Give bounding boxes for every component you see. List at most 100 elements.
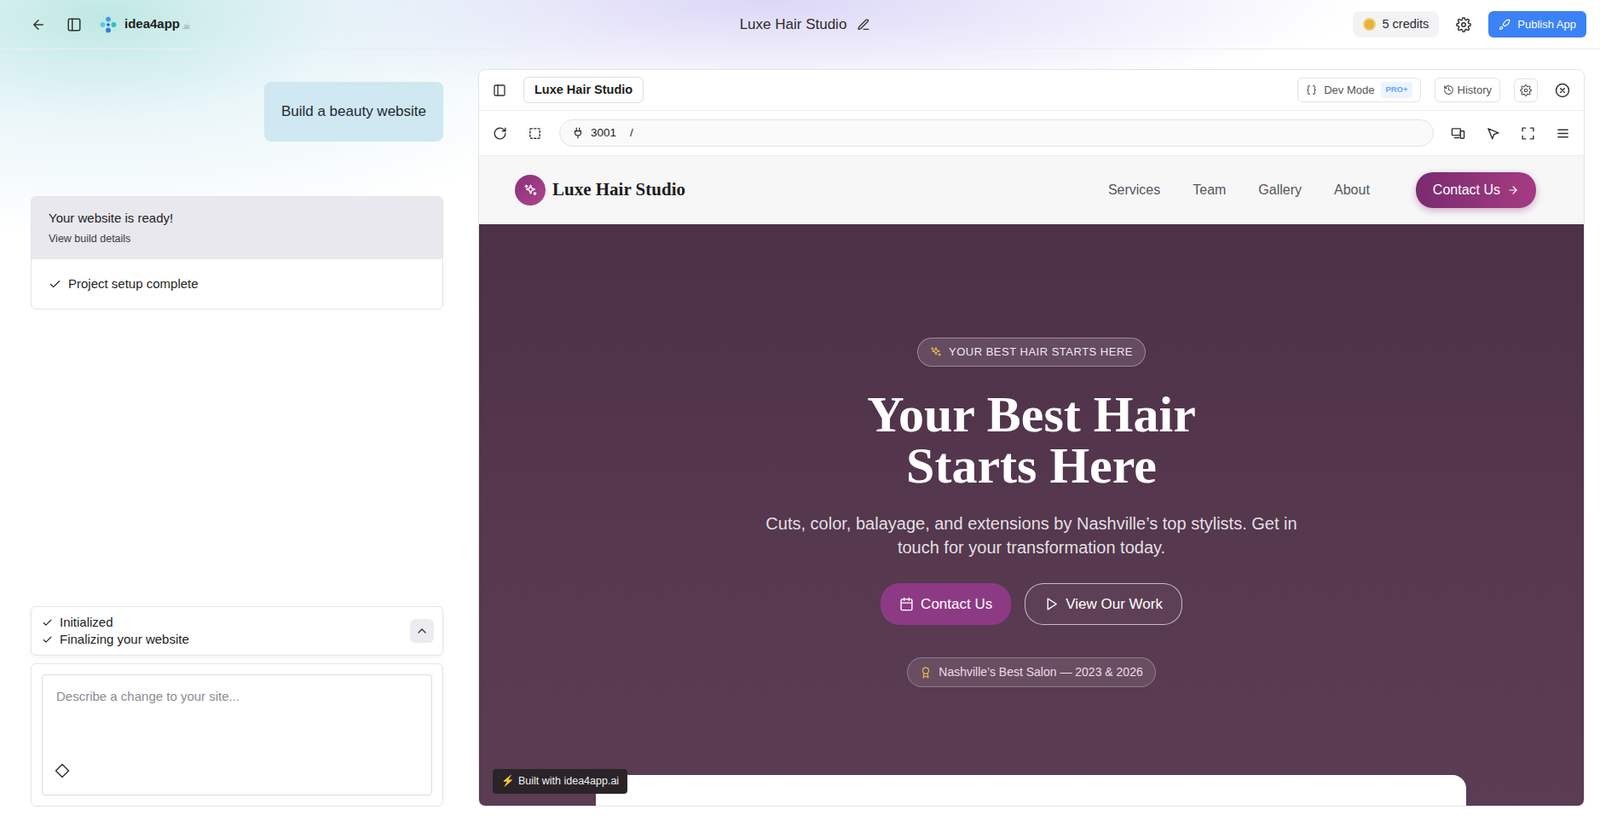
contact-label: Contact Us [1432,179,1501,201]
step-label: Project setup complete [68,274,199,295]
hero-eyebrow: YOUR BEST HAIR STARTS HERE [917,337,1146,367]
top-bar: idea4app.ai Luxe Hair Studio 5 credits Publ… [0,0,1600,50]
chevron-up-icon [415,623,429,638]
port-text: 3001 [590,124,617,142]
select-element-button[interactable] [524,122,546,145]
preview-header: Luxe Hair Studio Dev Mode PRO+ History [479,69,1584,111]
publish-label: Publish App [1517,16,1577,34]
build-status-card: Your website is ready! View build details… [30,196,444,311]
lightning-icon: ⚡ [501,773,515,790]
device-button[interactable] [1447,122,1469,145]
chat-panel: Build a beauty website Your website is re… [0,49,444,827]
award-text: Nashville’s Best Salon — 2023 & 2026 [938,663,1143,682]
progress-step: Finalizing your website [41,630,190,648]
calendar-icon [899,596,914,612]
step-label: Finalizing your website [59,630,190,648]
nav-link[interactable]: Services [1108,179,1161,201]
status-step: Project setup complete [48,274,426,295]
coin-icon [1363,17,1376,31]
nav-link[interactable]: Team [1192,179,1226,201]
sparkle-icon [929,346,942,359]
nav-link[interactable]: About [1334,179,1370,201]
preview-settings-button[interactable] [1513,78,1538,103]
back-button[interactable] [27,13,50,36]
credits-counter[interactable]: 5 credits [1352,11,1440,39]
check-icon [41,634,53,646]
history-label: History [1457,81,1492,99]
brand-name: idea4app [124,14,180,35]
menu-icon [1555,126,1571,141]
history-button[interactable]: History [1434,77,1501,104]
step-label: Initialized [59,613,114,631]
check-icon [41,617,53,629]
credits-text: 5 credits [1382,15,1430,35]
prompt-box [30,663,444,807]
sidebar-toggle[interactable] [63,13,86,36]
rocket-icon [1498,18,1511,31]
address-row: 3001/ [479,110,1584,156]
dev-mode-label: Dev Mode [1323,81,1375,99]
sidebar-icon [492,83,507,98]
prompt-input[interactable] [54,685,420,744]
fullscreen-button[interactable] [1517,122,1539,145]
collapse-button[interactable] [410,618,434,643]
site-navbar: Luxe Hair Studio Services Team Gallery About… [479,155,1584,225]
site-logo [514,174,546,206]
publish-button[interactable]: Publish App [1488,11,1587,39]
back-arrow-icon [30,17,47,33]
view-work-label: View Our Work [1065,593,1163,616]
brand-logo[interactable]: idea4app.ai [98,14,191,35]
braces-icon [1305,84,1317,96]
hero-section: YOUR BEST HAIR STARTS HERE Your Best Hair… [479,224,1584,806]
status-title: Your website is ready! [48,208,426,229]
menu-button[interactable] [1552,122,1574,145]
gear-icon [1455,17,1472,33]
hero-title: Your Best Hair Starts Here [826,388,1237,491]
arrow-right-icon [1507,184,1520,197]
award-icon [919,666,932,679]
reload-button[interactable] [489,122,511,145]
plug-icon [571,127,584,139]
hero-contact-label: Contact Us [920,593,993,616]
project-title[interactable]: Luxe Hair Studio [739,13,848,36]
award-badge: Nashville’s Best Salon — 2023 & 2026 [906,657,1156,688]
close-preview-button[interactable] [1551,79,1574,102]
site-brand[interactable]: Luxe Hair Studio [514,174,686,206]
preview-panel: Luxe Hair Studio Dev Mode PRO+ History 3001/… [478,69,1585,807]
progress-step: Initialized [41,613,190,631]
inspect-button[interactable] [1482,122,1504,145]
check-icon [48,277,62,291]
fullscreen-icon [1520,126,1536,141]
built-with-badge[interactable]: ⚡Built with idea4app.ai [492,768,628,794]
pencil-icon [856,17,871,32]
view-work-button[interactable]: View Our Work [1024,583,1183,626]
rename-button[interactable] [853,14,874,35]
build-details-link[interactable]: View build details [48,231,426,248]
built-with-text: Built with idea4app.ai [518,773,619,790]
preview-tab[interactable]: Luxe Hair Studio [523,76,644,104]
nav-link[interactable]: Gallery [1258,179,1302,201]
gear-icon [1519,84,1532,97]
progress-box: InitializedFinalizing your website [30,606,444,656]
devices-icon [1450,126,1466,141]
select-icon [527,126,543,141]
idea4app-logo-icon [98,15,118,35]
next-section [595,774,1467,806]
pointer-icon [1485,126,1501,141]
pro-badge: PRO+ [1380,81,1412,98]
contact-button[interactable]: Contact Us [1415,172,1537,208]
diamond-icon [54,762,70,779]
refresh-icon [492,126,508,141]
sparkle-icon [523,183,538,198]
play-icon [1044,596,1059,612]
eyebrow-text: YOUR BEST HAIR STARTS HERE [948,343,1133,361]
hero-subtitle: Cuts, color, balayage, and extensions by… [758,511,1305,560]
user-message: Build a beauty website [264,81,444,142]
mode-button[interactable] [54,762,70,779]
preview-sidebar-toggle[interactable] [489,80,510,101]
address-bar[interactable]: 3001/ [559,119,1434,147]
settings-button[interactable] [1452,13,1475,36]
site-brand-name: Luxe Hair Studio [552,176,686,204]
dev-mode-button[interactable]: Dev Mode PRO+ [1297,77,1421,104]
hero-contact-button[interactable]: Contact Us [880,583,1011,626]
